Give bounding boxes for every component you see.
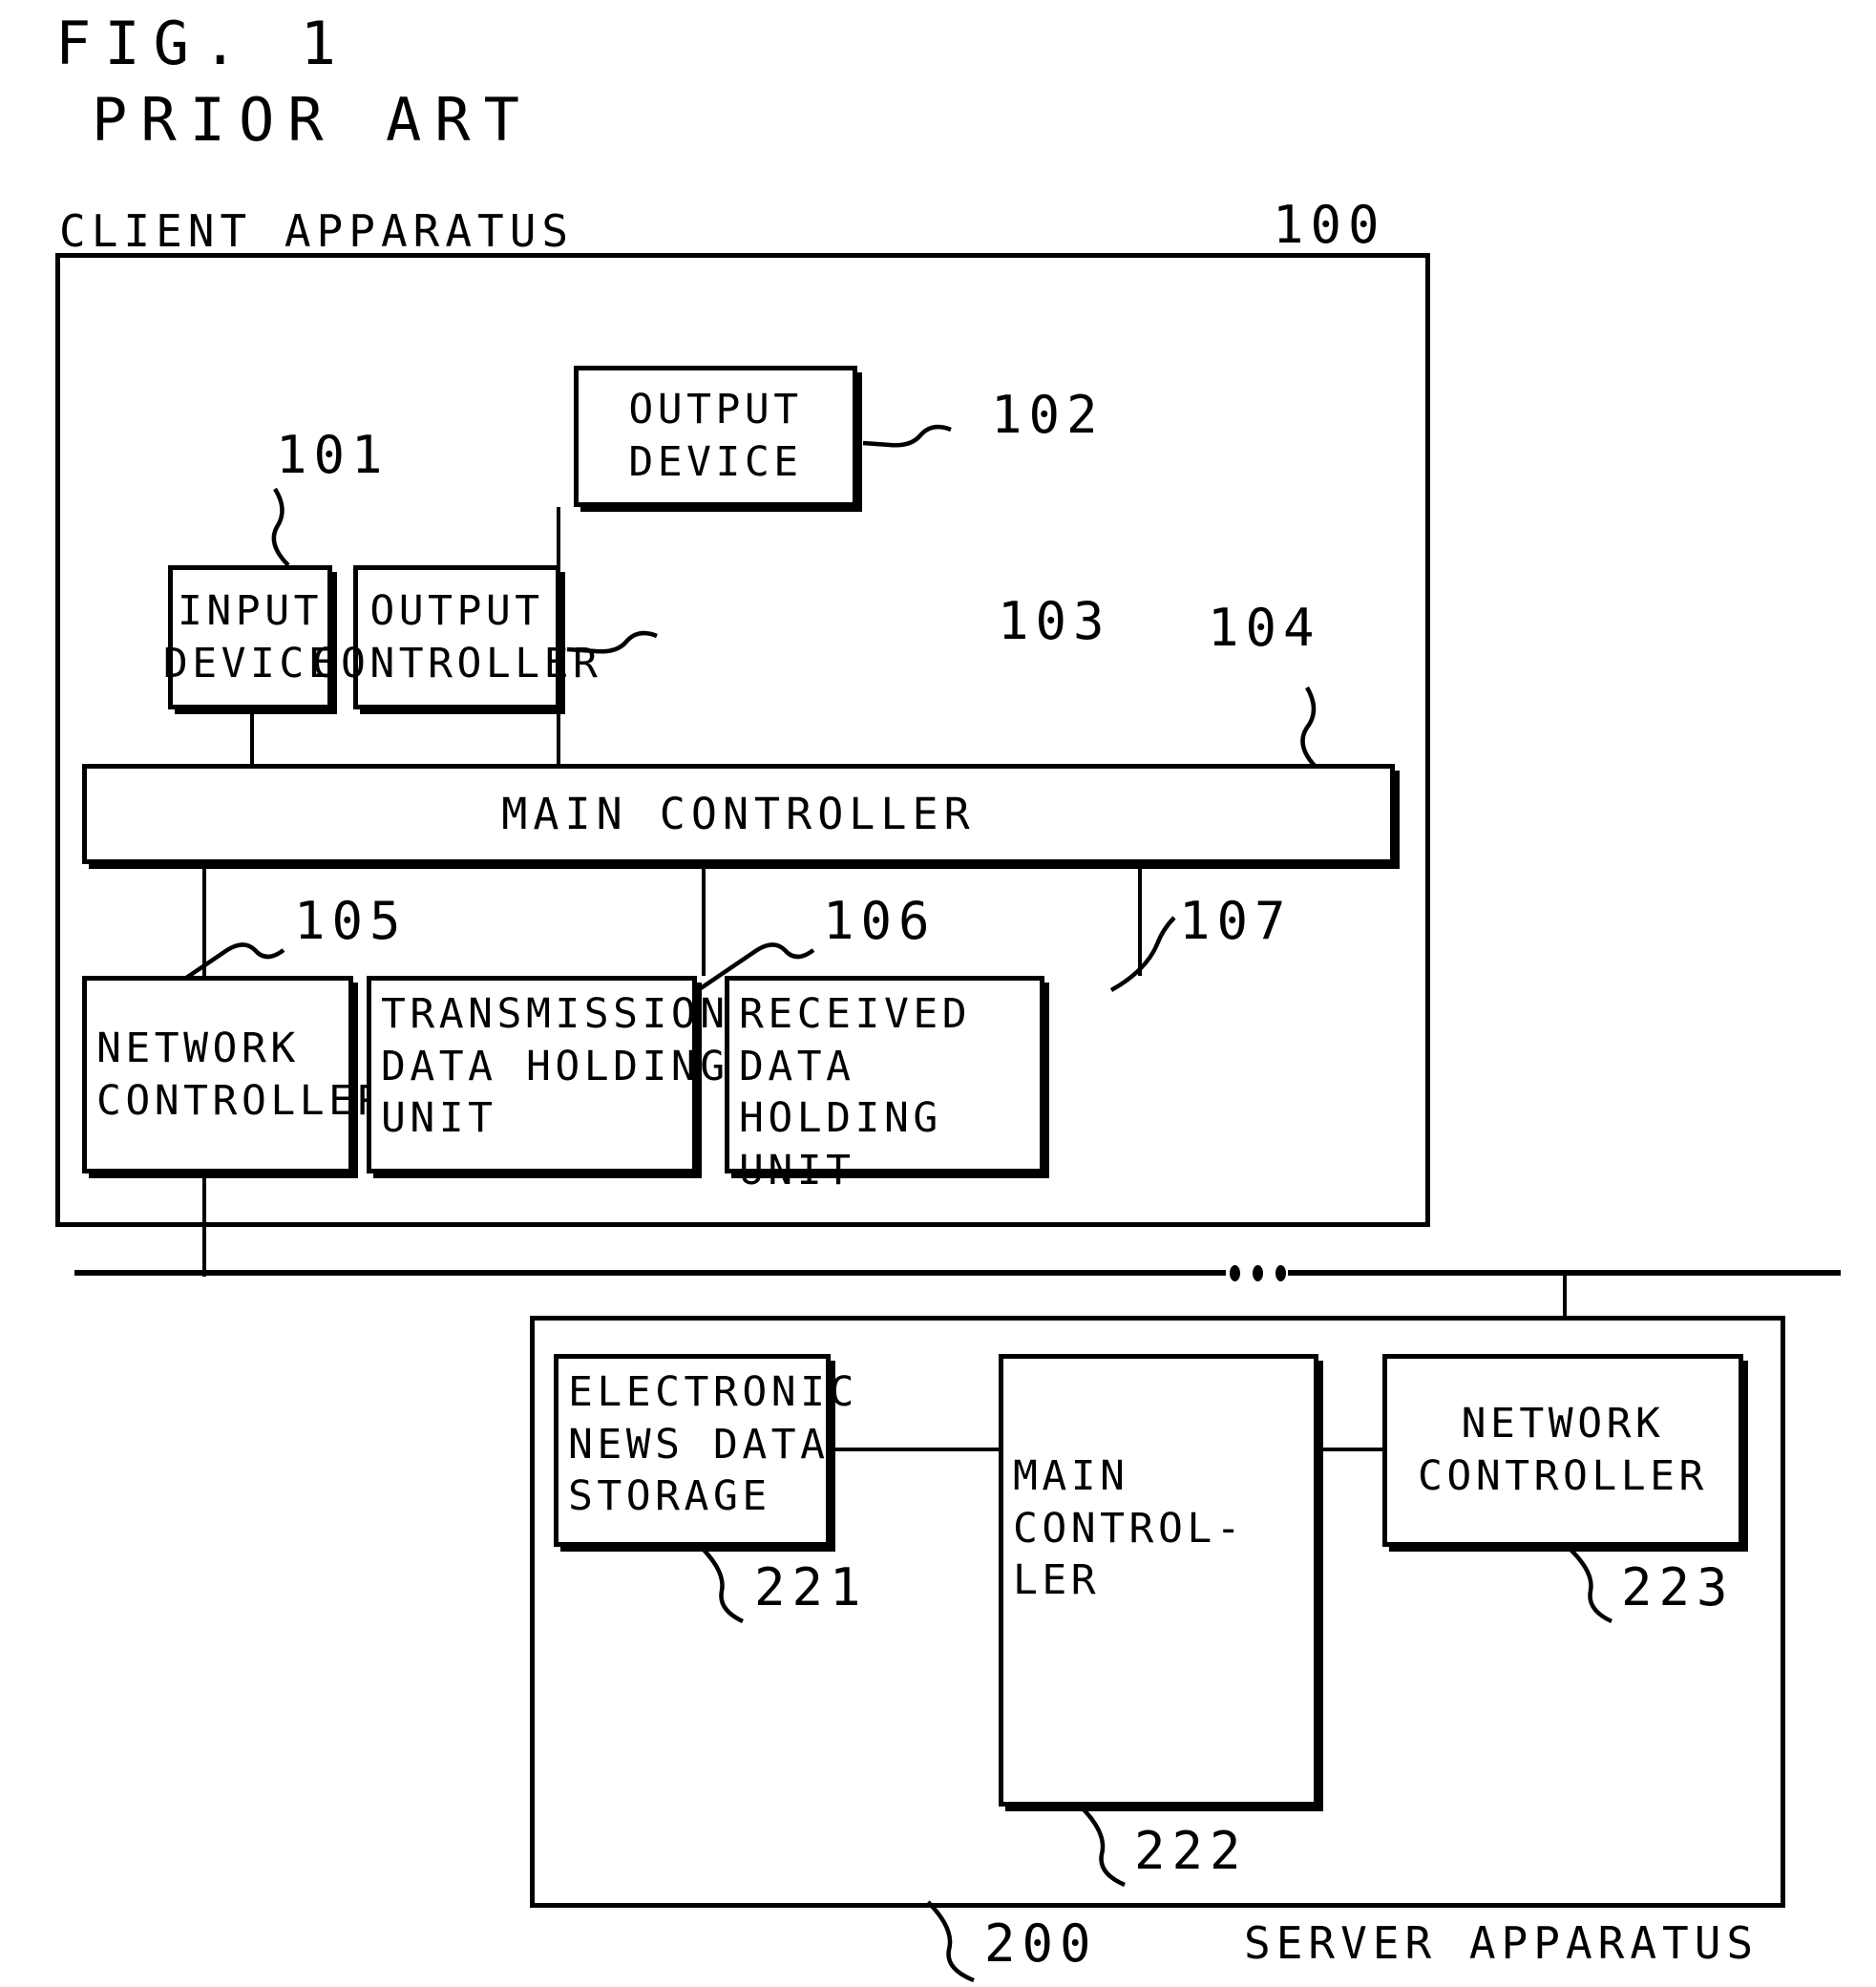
block-transmission-data-holding-unit-label: TRANSMISSION DATA HOLDING UNIT (381, 990, 729, 1143)
ref-102: 102 (991, 385, 1105, 445)
connector-server-main-to-network-controller (1318, 1448, 1384, 1451)
leader-line-101 (271, 487, 290, 567)
connector-output-controller-to-main (557, 709, 560, 764)
block-input-device: INPUT DEVICE (163, 565, 333, 709)
block-output-device-label: OUTPUT DEVICE (628, 386, 803, 486)
connector-main-to-rx-holding (1138, 864, 1142, 976)
leader-line-102 (862, 424, 952, 448)
ref-106: 106 (823, 891, 937, 951)
leader-line-107 (1109, 916, 1176, 992)
leader-line-221 (699, 1545, 744, 1624)
ref-103: 103 (998, 591, 1111, 651)
network-ellipsis (1230, 1265, 1286, 1281)
server-apparatus-label: SERVER APPARATUS (1244, 1917, 1760, 1969)
leader-line-104 (1300, 686, 1317, 768)
leader-line-223 (1566, 1545, 1613, 1624)
block-transmission-data-holding-unit: TRANSMISSION DATA HOLDING UNIT (367, 976, 725, 1173)
leader-line-103 (566, 630, 658, 654)
block-received-data-holding-unit: RECEIVED DATA HOLDING UNIT (725, 976, 1044, 1194)
connector-network-controller-to-bus (202, 1173, 206, 1277)
block-server-main-controller: MAIN CONTROL- LER (999, 1354, 1318, 1807)
block-main-controller-label: MAIN CONTROLLER (501, 789, 976, 839)
block-received-data-holding-unit-label: RECEIVED DATA HOLDING UNIT (739, 990, 972, 1194)
figure-title: FIG. 1 (55, 9, 349, 78)
connector-storage-to-server-main (831, 1448, 1001, 1451)
block-main-controller: MAIN CONTROLLER (82, 764, 1395, 864)
leader-line-222 (1079, 1805, 1126, 1888)
network-bus-left (74, 1270, 1226, 1276)
block-server-main-controller-label: MAIN CONTROL- LER (1013, 1452, 1246, 1605)
ref-101: 101 (276, 425, 390, 485)
block-output-controller: OUTPUT CONTROLLER (312, 565, 598, 709)
connector-input-device-to-main (250, 709, 254, 764)
block-electronic-news-data-storage-label: ELECTRONIC NEWS DATA STORAGE (568, 1368, 858, 1521)
block-network-controller: NETWORK CONTROLLER (82, 976, 382, 1173)
block-electronic-news-data-storage: ELECTRONIC NEWS DATA STORAGE (554, 1354, 854, 1547)
patent-figure-canvas: FIG. 1 PRIOR ART CLIENT APPARATUS 100 OU… (0, 0, 1876, 1987)
client-apparatus-label: CLIENT APPARATUS (59, 205, 575, 257)
connector-output-device-to-controller (557, 507, 560, 565)
block-output-controller-label: OUTPUT CONTROLLER (311, 586, 602, 687)
leader-line-200 (926, 1900, 975, 1983)
block-network-controller-label: NETWORK CONTROLLER (96, 1024, 387, 1125)
ref-104: 104 (1208, 598, 1321, 658)
block-server-network-controller-label: NETWORK CONTROLLER (1418, 1400, 1708, 1500)
figure-subtitle: PRIOR ART (92, 85, 533, 155)
block-output-device: OUTPUT DEVICE (574, 366, 857, 507)
ref-105: 105 (294, 891, 408, 951)
connector-main-to-tx-holding (702, 864, 706, 976)
block-server-network-controller: NETWORK CONTROLLER (1382, 1354, 1743, 1547)
connector-main-to-network-controller (202, 864, 206, 976)
